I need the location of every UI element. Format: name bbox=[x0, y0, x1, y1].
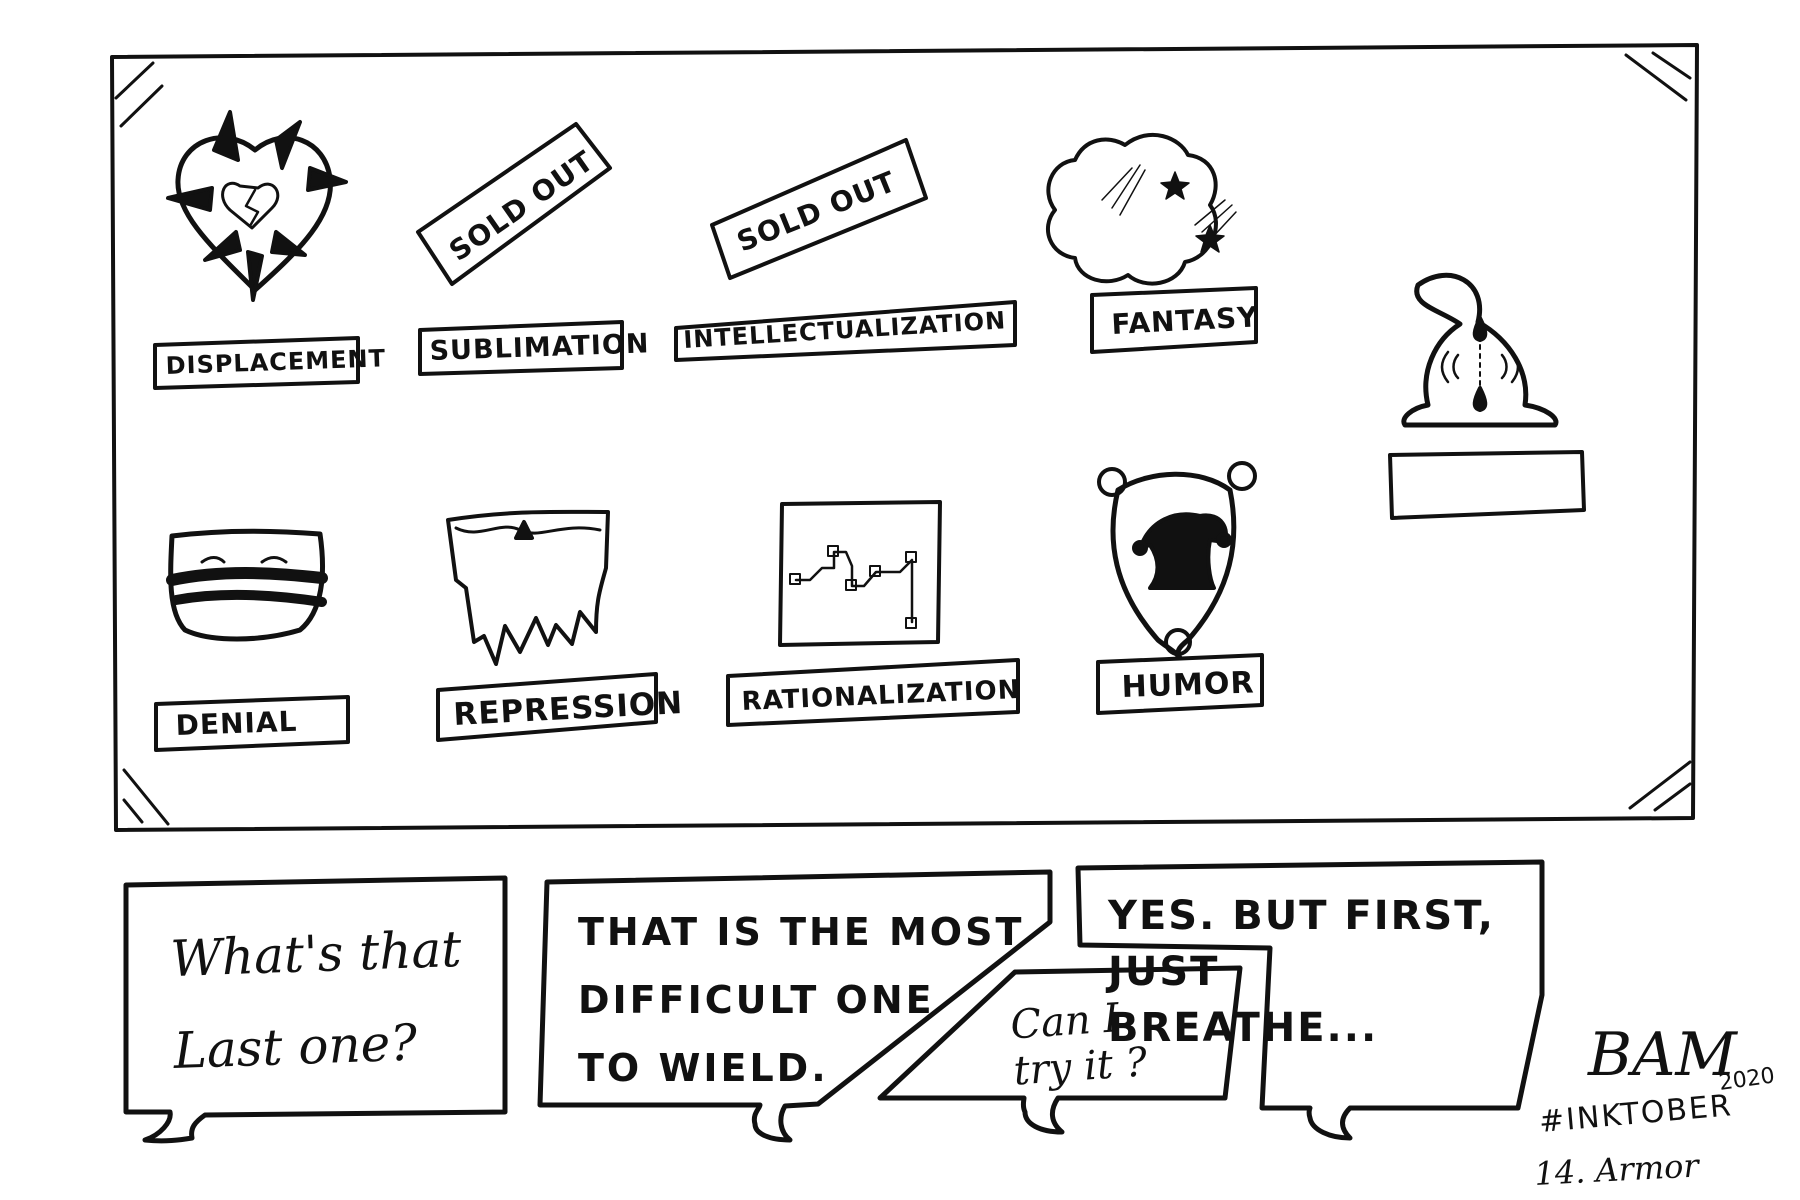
label-box-last bbox=[1388, 450, 1586, 520]
label-repression: REPRESSION bbox=[453, 685, 684, 733]
spiked-heart-icon bbox=[166, 110, 348, 302]
repression-iceberg-icon bbox=[446, 509, 610, 666]
label-sublimation: SUBLIMATION bbox=[429, 328, 650, 367]
humor-jester-shield-icon bbox=[1097, 461, 1257, 661]
case-corner-bl bbox=[122, 768, 170, 826]
case-corner-tl bbox=[114, 61, 164, 128]
denial-mask-icon bbox=[166, 528, 328, 642]
label-displacement: DISPLACEMENT bbox=[165, 344, 386, 380]
fantasy-cloud-icon bbox=[1045, 132, 1237, 286]
label-rationalization: RATIONALIZATION bbox=[741, 675, 1021, 717]
signature-initials: BAM bbox=[1587, 1020, 1738, 1090]
case-corner-tr bbox=[1624, 51, 1692, 102]
label-fantasy: FANTASY bbox=[1111, 300, 1260, 341]
signature-prompt: 14. Armor bbox=[1533, 1146, 1701, 1193]
speech-text-2: THAT IS THE MOST DIFFICULT ONE TO WIELD. bbox=[578, 910, 1025, 1090]
speech-text-4: YES. BUT FIRST, JUST BREATHE... bbox=[1108, 893, 1495, 1051]
speech-text-1: What's that Last one? bbox=[169, 919, 463, 1081]
label-denial: DENIAL bbox=[175, 705, 298, 742]
rationalization-graph-icon bbox=[778, 500, 942, 647]
label-humor: HUMOR bbox=[1121, 665, 1255, 705]
signature-hashtag: #INKTOBER bbox=[1538, 1088, 1734, 1140]
meditating-figure-icon bbox=[1401, 272, 1559, 428]
case-corner-br bbox=[1628, 760, 1692, 812]
